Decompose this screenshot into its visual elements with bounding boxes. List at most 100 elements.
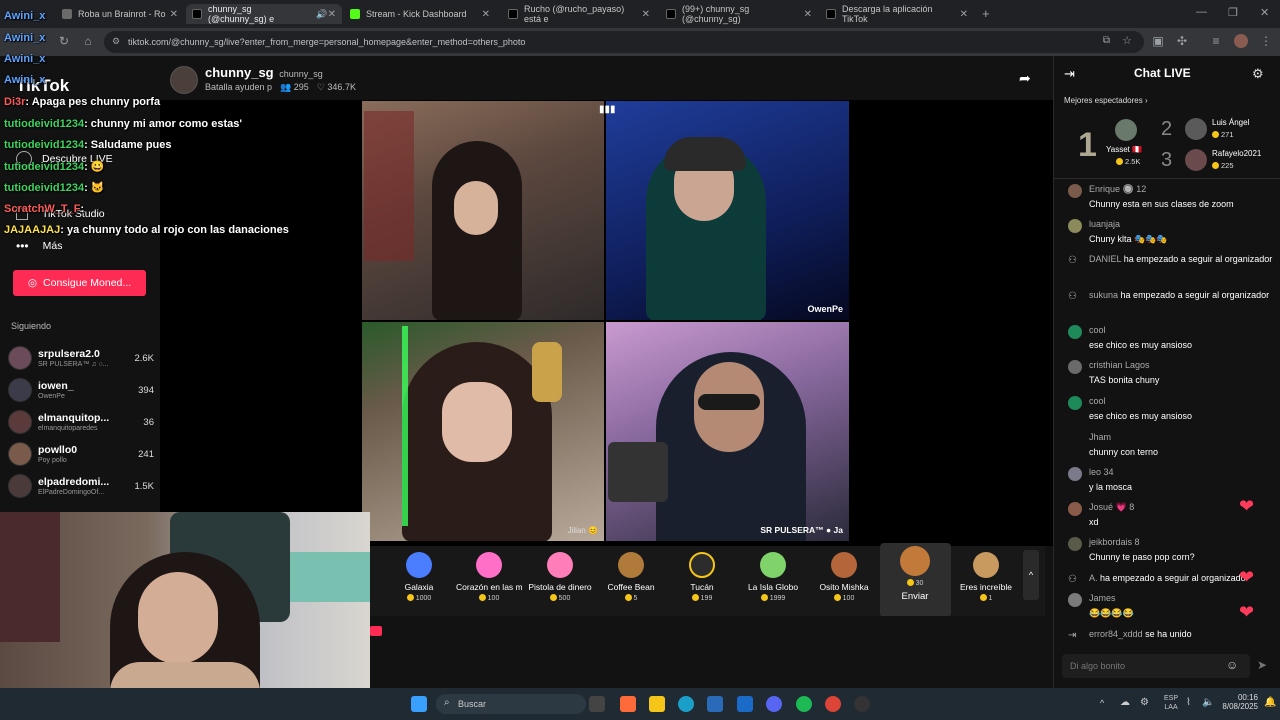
settings-gear-icon[interactable]: ⚙ <box>1252 66 1264 82</box>
close-icon[interactable]: ✕ <box>804 9 812 20</box>
page-bottom <box>370 648 1053 688</box>
volume-icon[interactable]: 🔈 <box>1202 697 1214 708</box>
following-item[interactable]: elpadredomi... ElPadreDomingoOf... 1.5K <box>8 471 154 501</box>
task-view-icon[interactable] <box>589 696 605 712</box>
settings-icon[interactable]: ⚙ <box>1140 697 1149 708</box>
emoji-icon[interactable]: ☺ <box>1226 658 1238 672</box>
menu-kebab-icon[interactable]: ⋮ <box>1258 34 1274 48</box>
app-icon[interactable] <box>854 696 870 712</box>
gift-item-selected[interactable]: 30 Enviar <box>882 546 948 602</box>
chat-message[interactable]: ⚇ DANIEL ha empezado a seguir al organiza… <box>1068 252 1273 282</box>
reload-icon[interactable]: ↻ <box>56 34 72 48</box>
site-info-icon[interactable]: ⚙ <box>112 36 120 47</box>
cam-tile-srpulsera[interactable]: SR PULSERA™ ● Ja <box>606 322 849 541</box>
get-coins-button[interactable]: ◎ Consigue Moned... <box>13 270 146 296</box>
top-viewer-avatar[interactable] <box>1185 149 1207 171</box>
cam-tile-host[interactable] <box>362 101 604 320</box>
chevron-up-icon[interactable]: ^ <box>1023 550 1039 600</box>
address-bar[interactable]: ⚙ tiktok.com/@chunny_sg/live?enter_from_… <box>104 31 1144 53</box>
browser-tab[interactable]: Descarga la aplicación TikTok ✕ <box>820 4 974 24</box>
taskbar-search[interactable]: ⌕ Buscar <box>436 694 586 714</box>
chat-message[interactable]: ⚇ sukuna ha empezado a seguir al organiza… <box>1068 288 1273 318</box>
following-item[interactable]: elmanquitop... elmanquitoparedes 36 <box>8 407 154 437</box>
chrome-icon[interactable] <box>825 696 841 712</box>
close-window-icon[interactable]: ✕ <box>1260 6 1269 19</box>
gift-item[interactable]: Galaxia 1000 <box>386 552 452 602</box>
send-icon[interactable]: ➤ <box>1257 658 1267 672</box>
profile-avatar[interactable] <box>1234 34 1248 48</box>
clock[interactable]: 00:16 8/08/2025 <box>1220 693 1258 711</box>
host-avatar[interactable] <box>170 66 198 94</box>
close-icon[interactable]: ✕ <box>170 9 178 20</box>
host-name[interactable]: chunny_sg chunny_sg <box>205 65 323 80</box>
avatar <box>8 442 32 466</box>
close-icon[interactable]: ✕ <box>482 9 490 20</box>
maximize-icon[interactable]: ❐ <box>1228 6 1238 19</box>
gift-item[interactable]: Coffee Bean 5 <box>598 552 664 602</box>
top-viewer-avatar[interactable] <box>1115 119 1137 141</box>
nav-label: Más <box>42 240 63 252</box>
browser-tab[interactable]: Rucho (@rucho_payaso) está e ✕ <box>502 4 656 24</box>
browser-tab[interactable]: Roba un Brainrot - Ro ✕ <box>56 4 184 24</box>
puzzle-icon[interactable]: ✣ <box>1174 34 1190 48</box>
tiktok-favicon-icon <box>666 9 676 19</box>
coin-icon: ◎ <box>27 277 38 289</box>
gift-item[interactable]: Eres increíble 1 <box>953 552 1019 602</box>
send-gift-button[interactable]: Enviar <box>882 591 948 602</box>
file-explorer-icon[interactable] <box>649 696 665 712</box>
share-icon[interactable]: ➦ <box>1019 70 1031 87</box>
collapse-chat-icon[interactable]: ⇥ <box>1064 66 1075 82</box>
browser-tab[interactable]: Stream - Kick Dashboard ✕ <box>344 4 496 24</box>
close-icon[interactable]: ✕ <box>328 9 336 20</box>
new-tab-icon[interactable]: + <box>982 6 990 21</box>
chat-input[interactable]: Di algo bonito <box>1062 654 1250 678</box>
gift-item[interactable]: Osito Mishka 100 <box>811 552 877 602</box>
gift-item[interactable]: Tucán 199 <box>669 552 735 602</box>
cam-tile-guest[interactable]: Jilian 😊 <box>362 322 604 541</box>
extension-icon[interactable]: ▣ <box>1150 34 1166 48</box>
close-icon[interactable]: ✕ <box>960 9 968 20</box>
speaker-icon[interactable]: 🔊 <box>316 9 327 20</box>
nav-more[interactable]: ••• Más <box>16 239 62 253</box>
browser-tab-active[interactable]: chunny_sg (@chunny_sg) e 🔊 ✕ <box>186 4 342 24</box>
following-name: iowen_ <box>38 379 74 392</box>
edge-icon[interactable] <box>678 696 694 712</box>
onedrive-icon[interactable]: ☁ <box>1120 697 1130 708</box>
overlay-chat-line: Awini_x <box>4 32 45 44</box>
store-icon[interactable] <box>707 696 723 712</box>
following-item[interactable]: powllo0 Poy pollo 241 <box>8 439 154 469</box>
chat-text: ha empezado a seguir al organizador <box>1120 290 1270 300</box>
following-item[interactable]: srpulsera2.0 SR PULSERA™ ♫ ○... 2.6K <box>8 343 154 373</box>
cam-tile-owenpe[interactable]: OwenPe <box>606 101 849 320</box>
audio-bars-icon[interactable]: ▮▮▮ <box>599 104 616 115</box>
language-indicator[interactable]: ESP LAA <box>1164 694 1178 712</box>
windows-start-icon[interactable] <box>411 696 427 712</box>
reading-list-icon[interactable]: ≡ <box>1208 34 1224 48</box>
chat-text: Chunny te paso pop corn? <box>1089 552 1195 562</box>
home-icon[interactable]: ⌂ <box>80 34 96 48</box>
bookmark-star-icon[interactable]: ☆ <box>1122 34 1132 47</box>
outlook-icon[interactable] <box>737 696 753 712</box>
top-viewer-avatar[interactable] <box>1185 118 1207 140</box>
following-sub: Poy pollo <box>38 456 67 464</box>
notification-bell-icon[interactable]: 🔔 <box>1264 697 1276 708</box>
top-viewers-link[interactable]: Mejores espectadores › <box>1064 96 1148 105</box>
minimize-icon[interactable]: — <box>1196 6 1207 18</box>
gift-item[interactable]: Pistola de dinero 500 <box>527 552 593 602</box>
tray-chevron-icon[interactable]: ^ <box>1100 698 1104 708</box>
gift-item[interactable]: La Isla Globo 1999 <box>740 552 806 602</box>
chat-user: James <box>1089 593 1116 603</box>
following-sub: OwenPe <box>38 392 65 400</box>
spotify-icon[interactable] <box>796 696 812 712</box>
following-item[interactable]: iowen_ OwenPe 394 <box>8 375 154 405</box>
overlay-text: : Apaga pes chunny porfa <box>25 96 161 108</box>
discord-icon[interactable] <box>766 696 782 712</box>
close-icon[interactable]: ✕ <box>642 9 650 20</box>
wifi-icon[interactable]: ⌇ <box>1186 697 1191 708</box>
copilot-icon[interactable] <box>620 696 636 712</box>
gift-item[interactable]: Corazón en las m... 100 <box>456 552 522 602</box>
following-name: elmanquitop... <box>38 411 110 424</box>
chat-user: A. <box>1089 573 1098 583</box>
translate-icon[interactable]: ⧉ <box>1103 35 1110 46</box>
browser-tab[interactable]: (99+) chunny_sg (@chunny_sg) ✕ <box>660 4 818 24</box>
